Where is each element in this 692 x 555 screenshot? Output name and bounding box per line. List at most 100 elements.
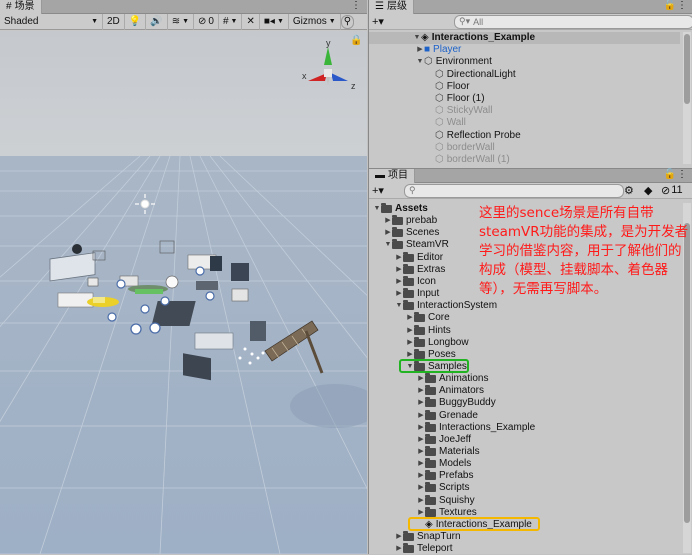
collapse-arrow-icon[interactable]: ▶ xyxy=(417,397,425,409)
gameobject-cube-icon: ⬡ xyxy=(435,105,444,117)
effects-dropdown[interactable]: ≋ ▼ xyxy=(168,13,195,30)
hierarchy-search-input[interactable]: ⚲▾ All xyxy=(454,14,692,29)
project-folder-row[interactable]: ▶ Prefabs xyxy=(369,470,680,482)
project-folder-row[interactable]: ▶ Squishy xyxy=(369,494,680,507)
project-file-row[interactable]: ◈ Interactions_Example xyxy=(369,516,680,531)
collapse-arrow-icon[interactable]: ▶ xyxy=(395,531,403,543)
grid-toggle[interactable]: # ▼ xyxy=(219,13,243,30)
toggle-2d-button[interactable]: 2D xyxy=(103,13,125,30)
hierarchy-row-label: Floor xyxy=(446,80,470,92)
hierarchy-row[interactable]: ▼ ⬡ Environment xyxy=(369,56,680,68)
hierarchy-row[interactable]: ⬡ Floor (1) xyxy=(369,93,680,105)
project-folder-row[interactable]: ▶ Interactions_Example xyxy=(369,421,680,434)
filter-by-label-icon[interactable]: ◆ xyxy=(644,184,652,197)
collapse-arrow-icon[interactable]: ▶ xyxy=(395,276,403,288)
collapse-arrow-icon[interactable]: ▶ xyxy=(395,543,403,555)
hierarchy-tab[interactable]: ☰ 层级 xyxy=(369,0,414,14)
panel-menu-icon[interactable]: ⋮ xyxy=(677,169,687,180)
expand-arrow-icon[interactable]: ▼ xyxy=(373,203,381,215)
hidden-objects-toggle[interactable]: ⊘ 0 xyxy=(194,13,219,30)
scene-search-input[interactable]: ⚲ xyxy=(340,14,355,29)
project-folder-row[interactable]: ▼ Samples xyxy=(369,358,680,373)
hierarchy-scroll-thumb[interactable] xyxy=(684,34,690,104)
project-folder-row[interactable]: ▶ Grenade xyxy=(369,409,680,422)
collapse-arrow-icon[interactable]: ▶ xyxy=(417,434,425,446)
hierarchy-row[interactable]: ⬡ borderWall xyxy=(369,142,680,154)
lock-icon[interactable]: 🔓 xyxy=(664,169,676,180)
gizmos-dropdown[interactable]: Gizmos ▼ xyxy=(289,13,341,30)
viewport-lock-icon[interactable]: 🔒 xyxy=(350,35,362,46)
create-dropdown[interactable]: +▾ xyxy=(372,15,384,28)
hierarchy-row-label: StickyWall xyxy=(446,105,493,117)
collapse-arrow-icon[interactable]: ▶ xyxy=(417,410,425,422)
panel-menu-icon[interactable]: ⋮ xyxy=(677,0,687,11)
collapse-arrow-icon[interactable]: ▶ xyxy=(406,325,414,337)
filter-by-type-icon[interactable]: ⚙ xyxy=(624,184,634,197)
project-row-label: Extras xyxy=(417,263,446,275)
collapse-arrow-icon[interactable]: ▶ xyxy=(395,288,403,300)
lighting-toggle[interactable]: 💡 xyxy=(125,13,147,30)
collapse-arrow-icon[interactable]: ▶ xyxy=(416,44,424,56)
collapse-arrow-icon[interactable]: ▶ xyxy=(417,422,425,434)
gameobject-cube-icon: ⬡ xyxy=(435,129,444,141)
lock-icon[interactable]: 🔓 xyxy=(664,0,676,11)
project-folder-row[interactable]: ▶ SnapTurn xyxy=(369,531,680,543)
collapse-arrow-icon[interactable]: ▶ xyxy=(417,446,425,458)
hierarchy-row[interactable]: ⬡ Floor xyxy=(369,81,680,93)
audio-toggle[interactable]: 🔊 xyxy=(146,13,168,30)
folder-icon xyxy=(425,397,436,408)
collapse-arrow-icon[interactable]: ▶ xyxy=(417,482,425,494)
project-folder-row[interactable]: ▶ Hints xyxy=(369,324,680,337)
hierarchy-row[interactable]: ▼ ◈ Interactions_Example xyxy=(369,32,680,44)
project-folder-row[interactable]: ▶ Core xyxy=(369,312,680,324)
collapse-arrow-icon[interactable]: ▶ xyxy=(395,252,403,264)
collapse-arrow-icon[interactable]: ▶ xyxy=(417,458,425,470)
expand-arrow-icon[interactable]: ▼ xyxy=(416,56,424,68)
collapse-arrow-icon[interactable]: ▶ xyxy=(417,373,425,385)
scene-tab[interactable]: # 场景 xyxy=(0,0,42,14)
project-tab[interactable]: ▬ 项目 xyxy=(369,169,415,183)
hierarchy-row[interactable]: ⬡ borderWall (1) xyxy=(369,154,680,166)
folder-icon xyxy=(425,409,436,420)
expand-arrow-icon[interactable]: ▼ xyxy=(384,239,392,251)
collapse-arrow-icon[interactable]: ▶ xyxy=(406,312,414,324)
project-search-input[interactable]: ⚲ xyxy=(404,183,624,198)
hierarchy-row[interactable]: ⬡ Reflection Probe xyxy=(369,130,680,142)
project-folder-row[interactable]: ▶ Materials xyxy=(369,446,680,458)
project-folder-row[interactable]: ▶ Models xyxy=(369,458,680,470)
project-folder-row[interactable]: ▶ BuggyBuddy xyxy=(369,397,680,409)
collapse-arrow-icon[interactable]: ▶ xyxy=(417,385,425,397)
project-folder-row[interactable]: ▶ Scripts xyxy=(369,482,680,494)
collapse-arrow-icon[interactable]: ▶ xyxy=(384,215,392,227)
hierarchy-row[interactable]: ▶ ■ Player xyxy=(369,44,680,56)
panel-menu-icon[interactable]: ⋮ xyxy=(351,0,361,11)
tools-button[interactable]: ✕ xyxy=(242,13,260,30)
project-folder-row[interactable]: ▶ Animators xyxy=(369,385,680,397)
expand-arrow-icon[interactable]: ▼ xyxy=(395,300,403,312)
hierarchy-scrollbar[interactable] xyxy=(683,32,691,164)
hidden-packages-count: 11 xyxy=(671,184,683,196)
project-folder-row[interactable]: ▼ InteractionSystem xyxy=(369,300,680,312)
collapse-arrow-icon[interactable]: ▶ xyxy=(417,495,425,507)
hierarchy-row[interactable]: ⬡ DirectionalLight xyxy=(369,69,680,81)
expand-arrow-icon[interactable]: ▼ xyxy=(413,32,421,44)
project-folder-row[interactable]: ▶ JoeJeff xyxy=(369,433,680,446)
create-dropdown[interactable]: +▾ xyxy=(372,184,384,197)
hidden-packages-toggle[interactable]: ⊘ 11 xyxy=(661,184,683,197)
project-folder-row[interactable]: ▶ Animations xyxy=(369,373,680,385)
collapse-arrow-icon[interactable]: ▶ xyxy=(384,227,392,239)
collapse-arrow-icon[interactable]: ▶ xyxy=(406,337,414,349)
project-row-label: Teleport xyxy=(417,543,453,555)
collapse-arrow-icon[interactable]: ▶ xyxy=(395,264,403,276)
camera-dropdown[interactable]: ■◂ ▼ xyxy=(260,13,289,30)
hierarchy-row[interactable]: ⬡ StickyWall xyxy=(369,105,680,117)
scene-viewport[interactable]: y x z 🔒 xyxy=(0,31,367,554)
collapse-arrow-icon[interactable]: ▶ xyxy=(417,470,425,482)
orientation-gizmo[interactable]: y x z xyxy=(300,38,360,109)
hierarchy-row[interactable]: ⬡ Wall xyxy=(369,117,680,129)
scene-viewport-render xyxy=(0,31,367,554)
project-folder-row[interactable]: ▶ Teleport xyxy=(369,543,680,555)
shading-mode-dropdown[interactable]: Shaded ▼ xyxy=(0,13,103,30)
project-row-label: Grenade xyxy=(439,409,478,421)
project-folder-row[interactable]: ▶ Longbow xyxy=(369,336,680,349)
